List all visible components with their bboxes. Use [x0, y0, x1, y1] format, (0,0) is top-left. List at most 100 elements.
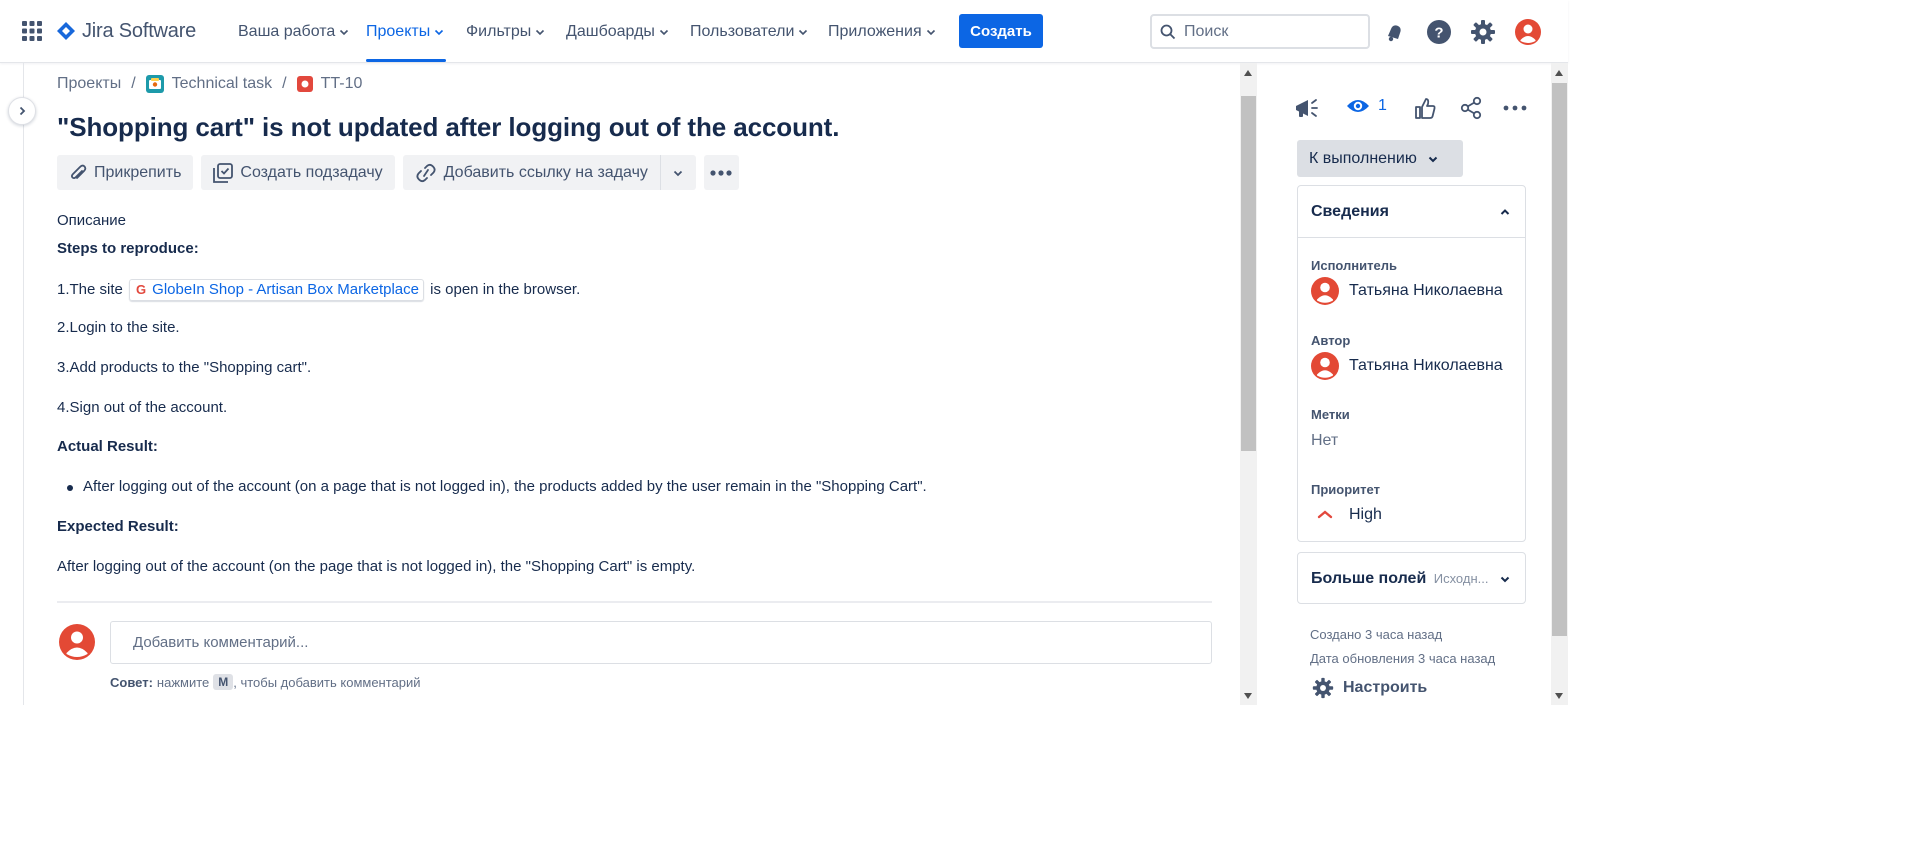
created-date: Создано 3 часа назад: [1310, 627, 1443, 642]
status-dropdown[interactable]: К выполнению: [1297, 140, 1463, 177]
jira-logo[interactable]: Jira Software: [56, 19, 196, 43]
reporter-avatar: [1311, 352, 1339, 380]
breadcrumb-project-label: Technical task: [171, 75, 273, 92]
breadcrumb: Проекты / Technical task / TT-10: [57, 73, 362, 95]
subtask-label: Создать подзадачу: [240, 163, 383, 181]
scrollbar-thumb[interactable]: [1241, 96, 1256, 451]
top-navigation: Jira Software Ваша работа Проекты Фильтр…: [0, 0, 1568, 63]
labels-field[interactable]: Нет: [1311, 432, 1338, 450]
nav-people[interactable]: Пользователи: [690, 20, 808, 44]
bullet: [67, 485, 73, 491]
expand-sidebar-button[interactable]: [8, 97, 36, 125]
app-switcher-icon[interactable]: [22, 21, 42, 41]
create-button[interactable]: Создать: [959, 14, 1043, 48]
tip-suffix: , чтобы добавить комментарий: [233, 674, 421, 690]
create-subtask-button[interactable]: Создать подзадачу: [201, 155, 395, 190]
profile-avatar[interactable]: [1515, 19, 1541, 45]
priority-field[interactable]: High: [1311, 506, 1382, 524]
issue-title[interactable]: "Shopping cart" is not updated after log…: [57, 112, 839, 143]
assignee-field[interactable]: Татьяна Николаевна: [1311, 277, 1503, 305]
chevron-down-icon: [536, 29, 545, 36]
updated-date: Дата обновления 3 часа назад: [1310, 651, 1496, 666]
more-fields-hint: Исходн...: [1433, 571, 1489, 586]
chevron-down-icon: [674, 170, 683, 176]
chevron-down-icon: [1500, 576, 1510, 583]
priority-value: High: [1349, 506, 1382, 523]
scroll-up-arrow[interactable]: [1244, 70, 1252, 76]
chevron-down-icon: [340, 29, 349, 36]
reporter-field[interactable]: Татьяна Николаевна: [1311, 352, 1503, 380]
attach-label: Прикрепить: [94, 163, 182, 181]
link-icon: [416, 163, 436, 182]
active-nav-indicator: [366, 59, 446, 62]
breadcrumb-projects[interactable]: Проекты: [57, 75, 121, 93]
settings-icon[interactable]: [1470, 19, 1496, 45]
link-issue-dropdown[interactable]: [659, 155, 696, 190]
breadcrumb-issue[interactable]: TT-10: [296, 75, 362, 93]
search-box[interactable]: [1150, 14, 1370, 49]
more-fields-title-wrap: Больше полей Исходн...: [1311, 570, 1488, 588]
subtask-icon: [213, 162, 234, 183]
site-link-label: GlobeIn Shop - Artisan Box Marketplace: [152, 281, 419, 298]
add-comment-input[interactable]: Добавить комментарий...: [110, 621, 1212, 664]
attach-button[interactable]: Прикрепить: [57, 155, 194, 190]
main-scrollbar[interactable]: [1240, 63, 1257, 705]
more-fields-panel[interactable]: Больше полей Исходн...: [1297, 552, 1526, 604]
chevron-down-icon: [435, 29, 444, 36]
configure-button[interactable]: Настроить: [1312, 677, 1427, 699]
chevron-down-icon: [926, 29, 935, 36]
link-issue-button[interactable]: Добавить ссылку на задачу: [403, 155, 660, 190]
feedback-megaphone-icon[interactable]: [1293, 94, 1321, 122]
breadcrumb-separator: /: [282, 75, 287, 92]
eye-icon: [1347, 100, 1369, 112]
priority-label: Приоритет: [1311, 482, 1380, 497]
scroll-down-arrow[interactable]: [1555, 693, 1563, 699]
nav-apps[interactable]: Приложения: [828, 20, 936, 44]
like-icon[interactable]: [1413, 94, 1437, 122]
sidebar-scrollbar[interactable]: [1551, 63, 1568, 705]
comment-tip: Совет: нажмите M, чтобы добавить коммент…: [110, 674, 421, 690]
site-smart-link[interactable]: G GlobeIn Shop - Artisan Box Marketplace: [129, 279, 424, 301]
nav-dashboards[interactable]: Дашбоарды: [566, 20, 669, 44]
nav-projects[interactable]: Проекты: [366, 20, 444, 44]
configure-label: Настроить: [1343, 679, 1428, 696]
assignee-name: Татьяна Николаевна: [1349, 282, 1503, 299]
steps-heading: Steps to reproduce:: [57, 240, 199, 257]
notifications-icon[interactable]: [1382, 19, 1408, 45]
watch-count: 1: [1378, 97, 1387, 114]
step-4: 4.Sign out of the account.: [57, 399, 228, 416]
scroll-up-arrow[interactable]: [1555, 70, 1563, 76]
actual-result-item: After logging out of the account (on a p…: [83, 478, 927, 495]
actual-result-heading: Actual Result:: [57, 438, 158, 455]
nav-label: Фильтры: [466, 23, 532, 40]
search-icon: [1160, 24, 1176, 39]
breadcrumb-separator: /: [131, 75, 136, 92]
link-issue-split-button: Добавить ссылку на задачу: [402, 155, 696, 190]
chevron-down-icon: [1428, 156, 1438, 162]
chevron-down-icon: [799, 29, 808, 36]
step-2: 2.Login to the site.: [57, 319, 180, 336]
scrollbar-thumb[interactable]: [1552, 83, 1567, 636]
search-input[interactable]: [1184, 22, 1354, 41]
more-actions-button[interactable]: [703, 155, 739, 190]
nav-your-work[interactable]: Ваша работа: [238, 20, 349, 44]
issue-actions: Прикрепить Создать подзадачу Добавить сс…: [57, 155, 739, 190]
watchers-button[interactable]: 1: [1346, 97, 1387, 115]
chevron-down-icon: [659, 29, 668, 36]
breadcrumb-project[interactable]: Technical task: [145, 75, 273, 93]
details-header[interactable]: Сведения: [1298, 186, 1525, 238]
priority-high-icon: [1317, 510, 1333, 519]
more-icon[interactable]: [1503, 94, 1527, 122]
labels-value: Нет: [1311, 432, 1339, 449]
reporter-name: Татьяна Николаевна: [1349, 357, 1503, 374]
chevron-right-icon: [19, 106, 26, 116]
scroll-down-arrow[interactable]: [1244, 693, 1252, 699]
share-icon[interactable]: [1459, 94, 1483, 122]
more-fields-header[interactable]: Больше полей Исходн...: [1298, 553, 1525, 605]
nav-filters[interactable]: Фильтры: [466, 20, 545, 44]
svg-text:?: ?: [1434, 25, 1443, 42]
help-icon[interactable]: ?: [1426, 19, 1452, 45]
jira-diamond-icon: [57, 22, 75, 40]
more-fields-title: Больше полей: [1311, 570, 1427, 587]
nav-label: Приложения: [828, 23, 922, 40]
